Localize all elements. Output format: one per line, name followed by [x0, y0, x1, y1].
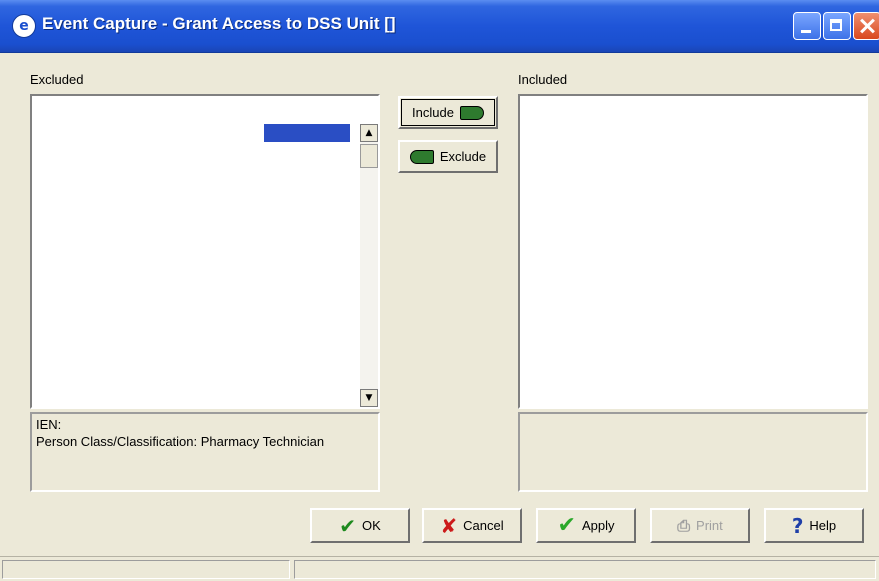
- include-button[interactable]: Include: [398, 96, 498, 129]
- minimize-button[interactable]: [793, 12, 821, 40]
- excluded-label: Excluded: [30, 72, 84, 87]
- ok-label: OK: [361, 518, 381, 533]
- ok-button[interactable]: ✔ OK: [310, 508, 410, 543]
- close-button[interactable]: [853, 12, 879, 40]
- dialog-window: e Event Capture - Grant Access to DSS Un…: [0, 0, 879, 581]
- cancel-label: Cancel: [463, 518, 504, 533]
- status-panel-left: [2, 560, 290, 579]
- help-button[interactable]: ? Help: [764, 508, 864, 543]
- person-info-panel: IEN: Person Class/Classification: Pharma…: [30, 412, 380, 492]
- status-bar: [0, 556, 879, 581]
- ien-label: IEN:: [36, 417, 62, 432]
- selected-list-item[interactable]: [264, 124, 350, 142]
- title-bar[interactable]: e Event Capture - Grant Access to DSS Un…: [0, 0, 879, 53]
- status-panel-right: [294, 560, 876, 579]
- scroll-thumb[interactable]: [360, 144, 378, 168]
- hand-right-icon: [459, 105, 484, 120]
- person-class-text: Person Class/Classification: Pharmacy Te…: [36, 434, 325, 449]
- apply-button[interactable]: ✔ Apply: [536, 508, 636, 543]
- scroll-up-button[interactable]: ▲: [360, 124, 378, 142]
- x-icon: ✘: [440, 513, 458, 538]
- excluded-list[interactable]: ▲ ▼: [30, 94, 380, 409]
- excluded-list-scrollbar[interactable]: ▲ ▼: [360, 124, 378, 407]
- print-button[interactable]: ⎙ Print: [650, 508, 750, 543]
- print-label: Print: [696, 518, 723, 533]
- cancel-button[interactable]: ✘ Cancel: [422, 508, 522, 543]
- hand-left-icon: [409, 149, 434, 164]
- checkmark-icon: ✔: [339, 513, 356, 538]
- help-label: Help: [809, 518, 837, 533]
- maximize-button[interactable]: [823, 12, 851, 40]
- included-info-panel: [518, 412, 868, 492]
- apply-label: Apply: [581, 518, 615, 533]
- apply-check-icon: ✔: [557, 512, 576, 538]
- included-list[interactable]: [518, 94, 868, 409]
- question-mark-icon: ?: [791, 513, 804, 538]
- included-label: Included: [518, 72, 568, 87]
- window-title: Event Capture - Grant Access to DSS Unit…: [42, 14, 396, 33]
- exclude-button[interactable]: Exclude: [398, 140, 498, 173]
- include-button-label: Include: [412, 105, 454, 120]
- exclude-button-label: Exclude: [439, 149, 487, 164]
- printer-icon: ⎙: [677, 515, 691, 535]
- scroll-down-button[interactable]: ▼: [360, 389, 378, 407]
- app-icon[interactable]: e: [12, 14, 36, 38]
